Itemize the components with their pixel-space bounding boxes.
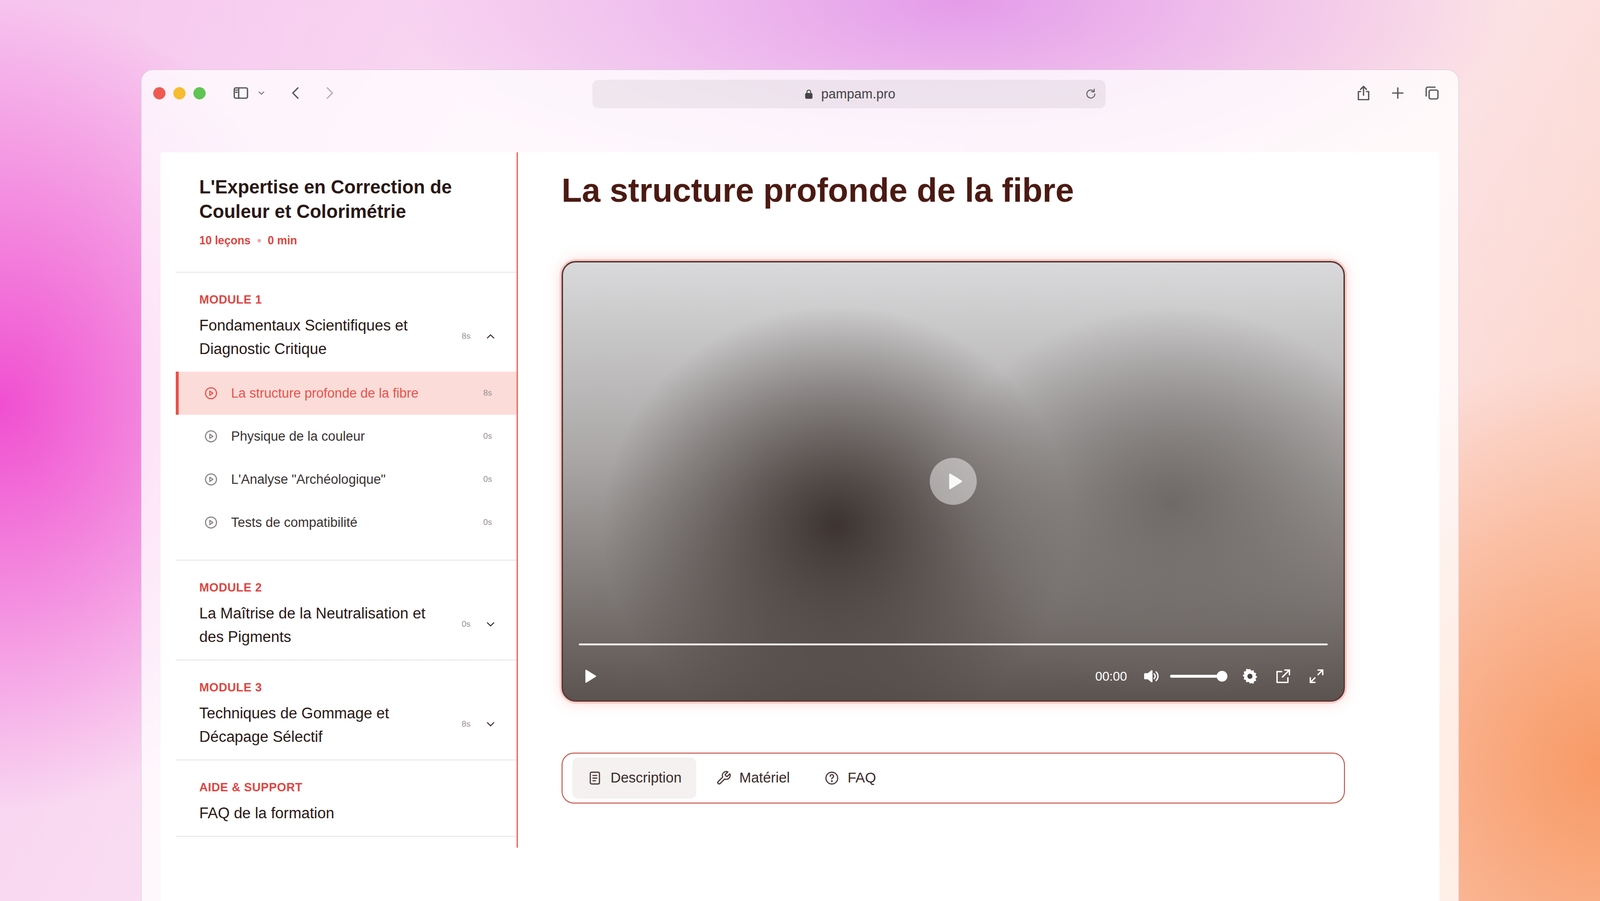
module-header[interactable]: MODULE 3 Techniques de Gommage et Décapag… (175, 660, 517, 760)
current-time: 00:00 (1095, 666, 1128, 686)
module-header[interactable]: MODULE 1 Fondamentaux Scientifiques et Di… (175, 272, 517, 372)
lesson-title[interactable]: Tests de compatibilité (231, 512, 484, 533)
lesson-item[interactable]: Tests de compatibilité0s (175, 500, 517, 544)
lesson-duration: 0s (483, 472, 493, 486)
module-title[interactable]: Fondamentaux Scientifiques et Diagnostic… (199, 313, 445, 361)
module-header[interactable]: MODULE 2 La Maîtrise de la Neutralisation… (175, 560, 517, 660)
lesson-item[interactable]: Physique de la couleur0s (175, 414, 517, 458)
progress-track[interactable] (578, 643, 1328, 646)
lesson-title[interactable]: Physique de la couleur (231, 426, 484, 447)
course-sidebar: L'Expertise en Correction de Couleur et … (160, 152, 518, 848)
module-duration: 8s (461, 717, 471, 731)
address-bar[interactable]: pampam.pro (592, 79, 1106, 109)
tab-label[interactable]: Matériel (739, 767, 790, 789)
lesson-list: La structure profonde de la fibre8sPhysi… (175, 371, 517, 560)
support-header[interactable]: AIDE & SUPPORT FAQ de la formation (175, 760, 517, 836)
course-title: L'Expertise en Correction de Couleur et … (199, 174, 497, 224)
toolbar-actions (1105, 79, 1459, 107)
tab-label[interactable]: Description (610, 767, 682, 789)
big-play-icon[interactable] (929, 457, 977, 505)
module-section: MODULE 1 Fondamentaux Scientifiques et Di… (175, 272, 517, 561)
share-icon[interactable] (1354, 84, 1373, 102)
tab[interactable]: Matériel (701, 757, 805, 799)
lesson-duration: 0s (483, 516, 493, 529)
expand-chevron-icon[interactable] (484, 717, 497, 731)
support-section: AIDE & SUPPORT FAQ de la formation (175, 760, 517, 837)
tab-overview-icon[interactable] (1423, 84, 1441, 102)
support-link[interactable]: FAQ de la formation (199, 801, 445, 825)
volume-slider[interactable] (1170, 674, 1226, 678)
module-label: MODULE 1 (199, 292, 445, 307)
course-header: L'Expertise en Correction de Couleur et … (175, 152, 517, 273)
module-label: MODULE 2 (199, 580, 445, 595)
play-circle-icon (203, 515, 219, 530)
collapse-chevron-icon[interactable] (484, 329, 497, 343)
video-player[interactable]: 00:00 (561, 260, 1345, 702)
course-duration: 0 min (267, 233, 298, 248)
lesson-item[interactable]: L'Analyse "Archéologique"0s (175, 457, 517, 501)
module-title[interactable]: Techniques de Gommage et Décapage Sélect… (199, 701, 445, 749)
lesson-tabs: Description Matériel FAQ (561, 752, 1345, 804)
module-title[interactable]: La Maîtrise de la Neutralisation et des … (199, 601, 445, 649)
page-content: L'Expertise en Correction de Couleur et … (160, 152, 1440, 901)
tab[interactable]: Description (572, 757, 697, 799)
sidebar-menu-chevron-icon[interactable] (256, 88, 267, 98)
lesson-item[interactable]: La structure profonde de la fibre8s (175, 371, 517, 415)
play-circle-icon (203, 471, 219, 487)
tab-label[interactable]: FAQ (847, 767, 876, 789)
gear-icon[interactable] (1240, 666, 1260, 686)
module-duration: 8s (461, 329, 471, 343)
lock-icon (802, 87, 816, 101)
window-controls (141, 79, 593, 107)
lesson-title-heading: La structure profonde de la fibre (561, 169, 1345, 211)
player-controls: 00:00 (580, 661, 1326, 691)
document-icon (587, 770, 603, 786)
course-meta: 10 leçons 0 min (199, 233, 497, 248)
close-button[interactable] (153, 87, 166, 100)
volume-knob[interactable] (1216, 670, 1228, 682)
question-icon (823, 770, 840, 786)
separator-dot (257, 238, 261, 243)
minimize-button[interactable] (173, 87, 186, 100)
url-text[interactable]: pampam.pro (821, 84, 896, 105)
module-section: MODULE 3 Techniques de Gommage et Décapag… (175, 660, 517, 761)
lesson-count: 10 leçons (199, 233, 251, 248)
reload-icon[interactable] (1083, 87, 1098, 101)
support-label: AIDE & SUPPORT (199, 779, 445, 795)
new-tab-icon[interactable] (1388, 84, 1407, 102)
module-label: MODULE 3 (199, 680, 445, 695)
sidebar-icon[interactable] (232, 84, 250, 102)
play-circle-icon (203, 428, 219, 444)
module-duration: 0s (461, 617, 471, 631)
volume-icon[interactable] (1141, 666, 1161, 686)
browser-window: pampam.pro L'Expertise en Correction de … (141, 69, 1459, 901)
lesson-duration: 0s (483, 429, 493, 443)
lesson-duration: 8s (483, 386, 493, 400)
play-circle-icon (203, 385, 219, 401)
lesson-main: La structure profonde de la fibre 00:00 De… (517, 152, 1345, 901)
expand-chevron-icon[interactable] (484, 617, 497, 631)
lesson-title[interactable]: La structure profonde de la fibre (231, 383, 484, 404)
module-section: MODULE 2 La Maîtrise de la Neutralisation… (175, 560, 517, 661)
browser-toolbar: pampam.pro (141, 70, 1459, 153)
fullscreen-icon[interactable] (1307, 666, 1326, 686)
play-icon[interactable] (580, 666, 600, 686)
zoom-button[interactable] (193, 87, 206, 100)
wrench-icon (715, 770, 732, 786)
forward-arrow-icon[interactable] (320, 84, 339, 102)
tab[interactable]: FAQ (809, 757, 891, 799)
back-arrow-icon[interactable] (286, 84, 305, 102)
popout-icon[interactable] (1273, 666, 1293, 686)
volume-fill (1170, 674, 1223, 678)
lesson-title[interactable]: L'Analyse "Archéologique" (231, 469, 484, 490)
